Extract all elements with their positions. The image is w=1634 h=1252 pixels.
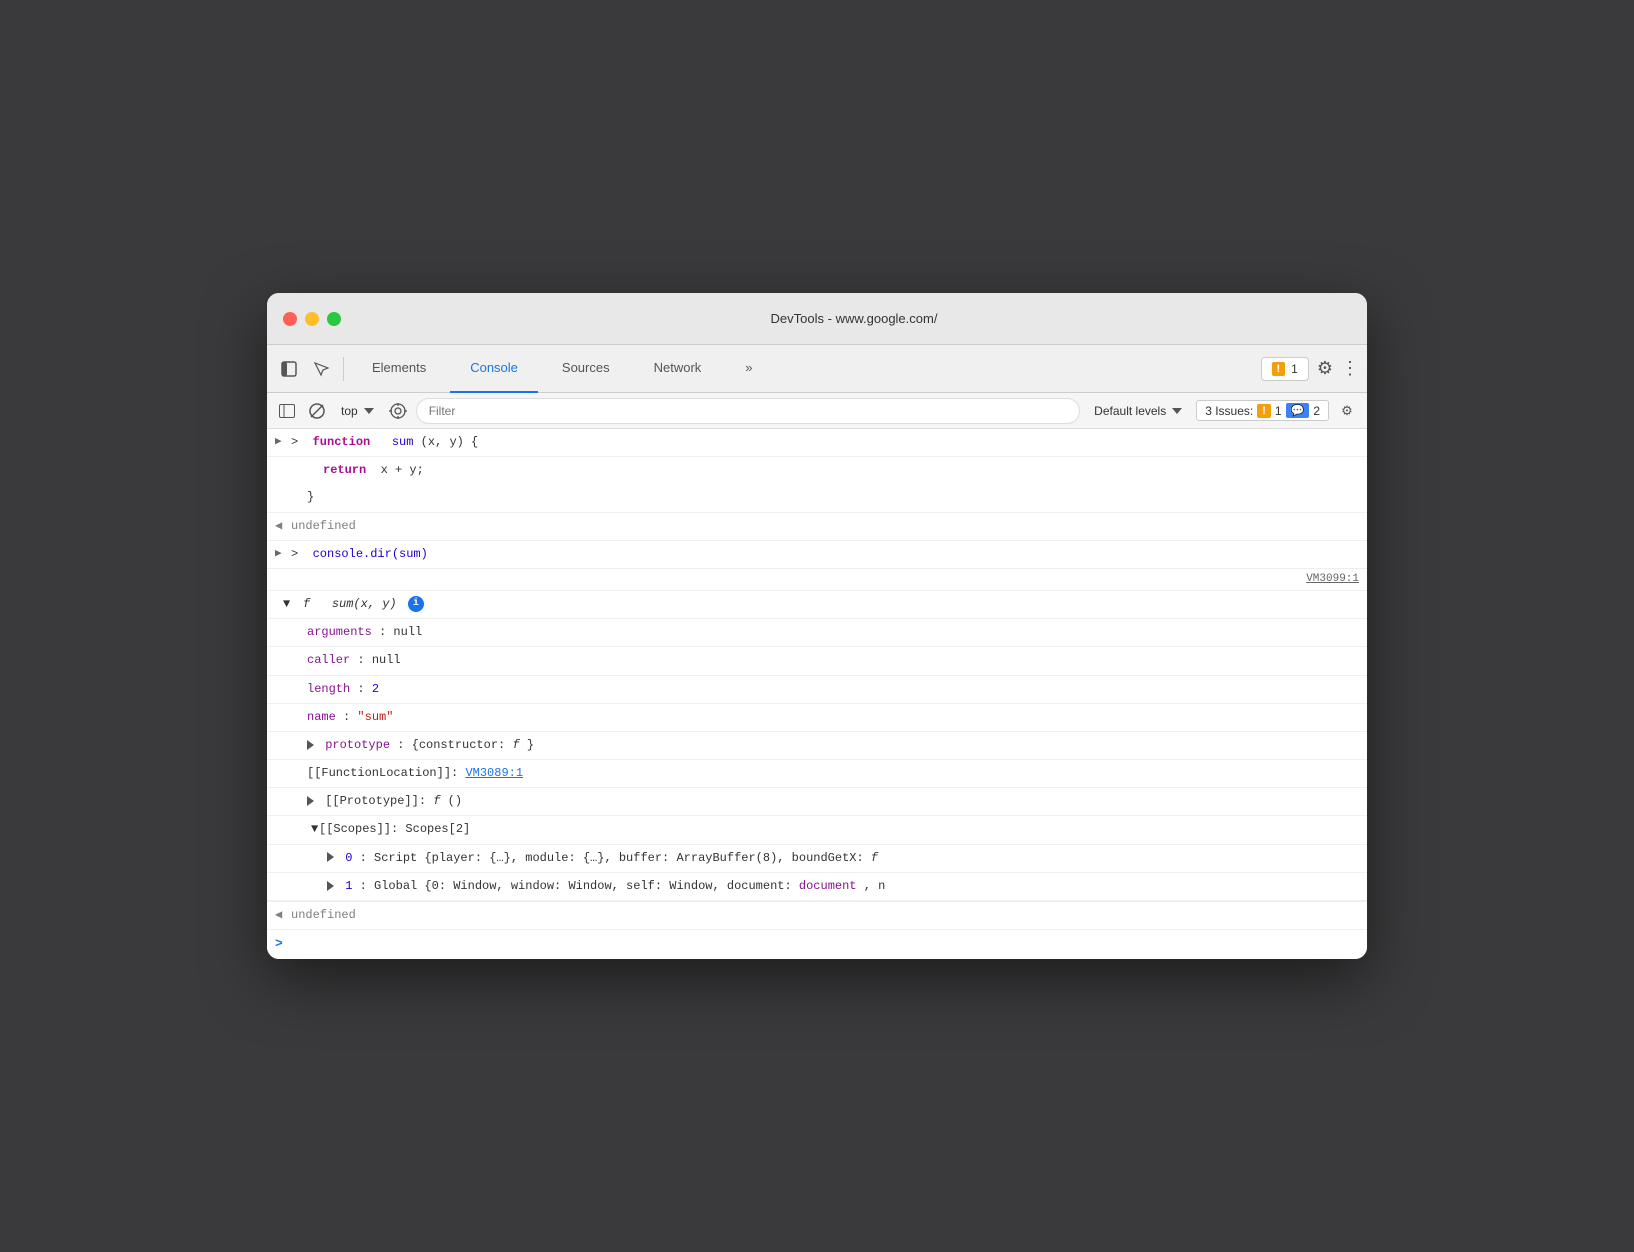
- console-prompt: >: [275, 934, 283, 955]
- titlebar: DevTools - www.google.com/: [267, 293, 1367, 345]
- more-icon: ⋮: [1341, 358, 1359, 378]
- issues-badge-button[interactable]: ! 1: [1261, 357, 1309, 381]
- context-label: top: [341, 404, 358, 418]
- window-title: DevTools - www.google.com/: [357, 311, 1351, 326]
- issues-warning-icon: !: [1257, 404, 1271, 418]
- vm-link-1[interactable]: VM3099:1: [1306, 571, 1359, 589]
- divider: [343, 357, 344, 381]
- scope-1: 1 : Global {0: Window, window: Window, s…: [267, 873, 1367, 901]
- issues-info-icon: 💬: [1286, 403, 1310, 418]
- tab-elements[interactable]: Elements: [352, 345, 446, 393]
- result-arrow-icon: ◀: [275, 517, 282, 536]
- console-entry-return: return x + y;: [267, 457, 1367, 484]
- live-expression-button[interactable]: [386, 399, 410, 423]
- tab-more[interactable]: »: [725, 345, 772, 393]
- scopes-collapse-icon[interactable]: ▼: [311, 820, 318, 839]
- tab-console[interactable]: Console: [450, 345, 538, 393]
- result-arrow-2-icon: ◀: [275, 906, 282, 925]
- close-button[interactable]: [283, 312, 297, 326]
- more-button[interactable]: ⋮: [1341, 358, 1359, 379]
- gear-icon: ⚙: [1317, 358, 1333, 378]
- issues-count: 1: [1291, 362, 1298, 376]
- console-result-undefined-1: ◀ undefined: [267, 513, 1367, 541]
- prop-prototype-chain: [[Prototype]]: f (): [267, 788, 1367, 816]
- expand-arrow-icon[interactable]: ▶: [275, 434, 282, 452]
- clear-console-button[interactable]: [305, 399, 329, 423]
- gear-button[interactable]: ⚙: [1317, 358, 1333, 379]
- vm-link-2[interactable]: VM3089:1: [465, 766, 523, 780]
- console-settings-button[interactable]: ⚙: [1335, 399, 1359, 423]
- log-levels-label: Default levels: [1094, 404, 1166, 418]
- prop-prototype: prototype : {constructor: f }: [267, 732, 1367, 760]
- scope-1-expand-icon[interactable]: [327, 881, 334, 891]
- warning-badge: !: [1272, 362, 1286, 376]
- filter-input[interactable]: [416, 398, 1080, 424]
- devtools-window: DevTools - www.google.com/ Elements Cons…: [267, 293, 1367, 959]
- issues-text: 3 Issues:: [1205, 404, 1253, 418]
- collapse-arrow-icon[interactable]: ▼: [283, 595, 290, 614]
- maximize-button[interactable]: [327, 312, 341, 326]
- info-badge[interactable]: i: [408, 596, 424, 612]
- scope-0-expand-icon[interactable]: [327, 852, 334, 862]
- prop-arguments: arguments : null: [267, 619, 1367, 647]
- issues-button[interactable]: 3 Issues: ! 1 💬 2: [1196, 400, 1329, 421]
- context-selector[interactable]: top: [335, 402, 380, 420]
- console-entry-brace: }: [267, 484, 1367, 512]
- console-input-row: >: [267, 930, 1367, 959]
- scope-0: 0 : Script {player: {…}, module: {…}, bu…: [267, 845, 1367, 873]
- panel-toggle-icon[interactable]: [275, 355, 303, 383]
- prop-scopes: ▼ [[Scopes]]: Scopes[2]: [267, 816, 1367, 844]
- sidebar-toggle-button[interactable]: [275, 399, 299, 423]
- prop-caller: caller : null: [267, 647, 1367, 675]
- inspect-icon[interactable]: [307, 355, 335, 383]
- prototype-expand-icon[interactable]: [307, 740, 314, 750]
- dropdown-arrow-icon: [364, 408, 374, 414]
- prop-function-location: [[FunctionLocation]]: VM3089:1: [267, 760, 1367, 788]
- prop-name: name : "sum": [267, 704, 1367, 732]
- tab-network[interactable]: Network: [634, 345, 722, 393]
- prototype-chain-icon[interactable]: [307, 796, 314, 806]
- levels-dropdown-icon: [1172, 408, 1182, 414]
- dir-arrow-icon[interactable]: ▶: [275, 546, 282, 564]
- function-header-row: ▼ f sum(x, y) i: [267, 591, 1367, 619]
- console-toolbar: top Default levels 3 Issues: ! 1 💬 2: [267, 393, 1367, 429]
- main-toolbar: Elements Console Sources Network » ! 1 ⚙…: [267, 345, 1367, 393]
- tab-sources[interactable]: Sources: [542, 345, 630, 393]
- traffic-lights: [283, 312, 341, 326]
- minimize-button[interactable]: [305, 312, 319, 326]
- issues-info-count: 2: [1313, 404, 1320, 418]
- console-output: ▶ > function sum (x, y) { return x + y; …: [267, 429, 1367, 959]
- console-result-undefined-2: ◀ undefined: [267, 901, 1367, 930]
- log-levels-button[interactable]: Default levels: [1086, 402, 1190, 420]
- console-input[interactable]: [289, 938, 1359, 952]
- prop-length: length : 2: [267, 676, 1367, 704]
- issues-warning-count: 1: [1275, 404, 1282, 418]
- vm-link-row: VM3099:1: [267, 569, 1367, 591]
- console-entry-dir: ▶ > console.dir(sum): [267, 541, 1367, 569]
- console-entry-function: ▶ > function sum (x, y) {: [267, 429, 1367, 457]
